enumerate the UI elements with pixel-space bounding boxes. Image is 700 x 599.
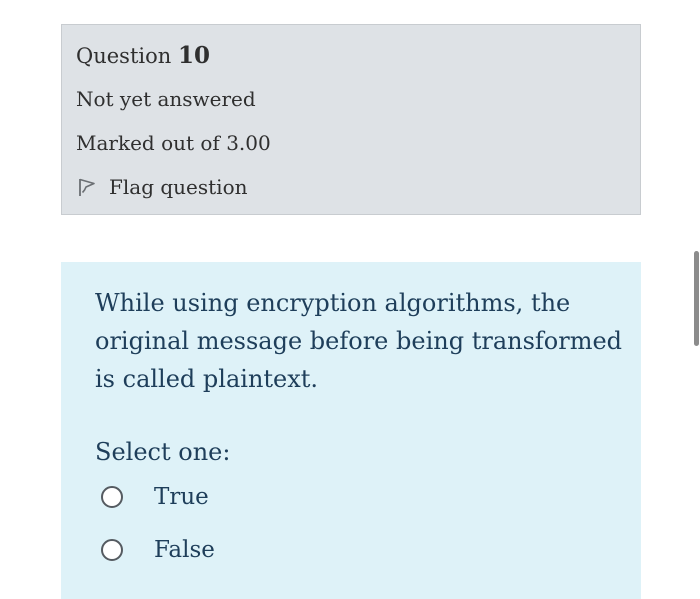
flag-icon — [76, 176, 98, 198]
answer-prompt: Select one: — [95, 438, 231, 466]
question-number: Question 10 — [76, 42, 210, 70]
question-label: Question — [76, 44, 172, 68]
question-text: While using encryption algorithms, the o… — [95, 289, 623, 393]
quiz-page: Question 10 Not yet answered Marked out … — [0, 0, 700, 599]
question-state: Not yet answered — [76, 87, 256, 111]
radio-button-false[interactable] — [101, 539, 123, 561]
radio-button-true[interactable] — [101, 486, 123, 508]
flag-question-label: Flag question — [109, 175, 248, 199]
question-info-panel: Question 10 Not yet answered Marked out … — [61, 24, 641, 215]
answer-option-label: False — [154, 537, 215, 563]
question-grade: Marked out of 3.00 — [76, 131, 271, 155]
scrollbar-thumb[interactable] — [694, 251, 699, 346]
answer-option-label: True — [154, 484, 209, 510]
answer-option-true[interactable]: True — [101, 481, 209, 513]
flag-question-link[interactable]: Flag question — [76, 174, 248, 200]
question-number-value: 10 — [177, 42, 210, 69]
answer-option-false[interactable]: False — [101, 534, 215, 566]
question-content-panel: While using encryption algorithms, the o… — [61, 262, 641, 599]
